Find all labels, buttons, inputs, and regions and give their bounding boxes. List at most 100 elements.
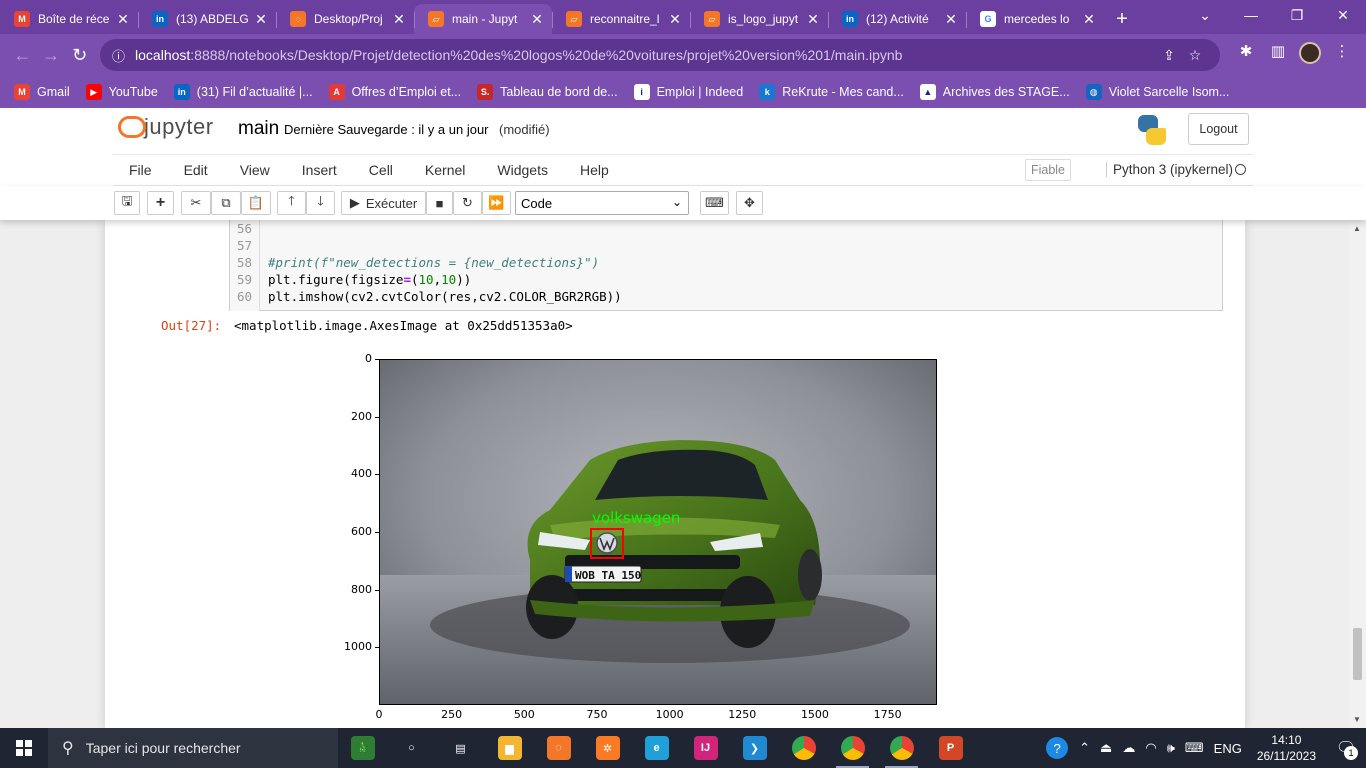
bookmark-item[interactable]: i Emploi | Indeed [633, 84, 743, 100]
menu-view[interactable]: View [224, 162, 286, 178]
chrome-profile-icon[interactable] [828, 728, 877, 768]
menu-insert[interactable]: Insert [286, 162, 353, 178]
close-tab-icon[interactable]: ✕ [944, 11, 958, 28]
restart-icon[interactable]: ↻ [453, 191, 482, 215]
menu-file[interactable]: File [113, 162, 168, 178]
bookmark-item[interactable]: ◍ Violet Sarcelle Isom... [1085, 84, 1229, 100]
bookmark-item[interactable]: S. Tableau de bord de... [477, 84, 618, 100]
close-tab-icon[interactable]: ✕ [392, 11, 406, 28]
interrupt-icon[interactable]: ■ [426, 191, 453, 215]
restart-run-all-icon[interactable]: ⏩ [482, 191, 511, 215]
browser-tab[interactable]: M Boîte de réce ✕ [0, 4, 138, 34]
wifi-icon[interactable]: ◠ [1140, 740, 1161, 756]
close-tab-icon[interactable]: ✕ [806, 11, 820, 28]
jupyter-logo[interactable]: jupyter [118, 114, 214, 140]
clock[interactable]: 14:10 26/11/2023 [1247, 732, 1326, 764]
back-button[interactable]: ← [8, 39, 37, 71]
cell-type-select[interactable]: Code ⌄ [515, 191, 689, 215]
address-bar[interactable]: ⓘ localhost:8888/notebooks/Desktop/Proje… [100, 39, 1221, 71]
file-explorer-icon[interactable]: ▆ [485, 728, 534, 768]
site-info-icon[interactable]: ⓘ [112, 46, 125, 65]
vscode-icon[interactable]: ❯ [730, 728, 779, 768]
menu-cell[interactable]: Cell [353, 162, 409, 178]
language-indicator[interactable]: ENG [1209, 741, 1247, 756]
close-tab-icon[interactable]: ✕ [668, 11, 682, 28]
bookmark-item[interactable]: in (31) Fil d’actualité |... [173, 84, 313, 100]
bookmark-item[interactable]: A Offres d’Emploi et... [328, 84, 461, 100]
edge-icon[interactable]: e [632, 728, 681, 768]
side-panel-icon[interactable]: ▥ [1262, 42, 1294, 68]
minimize-button[interactable]: — [1228, 0, 1274, 30]
profile-avatar[interactable] [1294, 42, 1326, 68]
browser-tab[interactable]: in (13) ABDELG ✕ [138, 4, 276, 34]
bookmark-item[interactable]: k ReKrute - Mes cand... [759, 84, 904, 100]
cut-icon[interactable]: ✂ [181, 191, 211, 215]
bookmark-item[interactable]: ▲ Archives des STAGE... [919, 84, 1070, 100]
menu-edit[interactable]: Edit [168, 162, 224, 178]
jupyter-logo-icon [118, 114, 146, 140]
scrollbar-thumb[interactable] [1353, 628, 1362, 680]
close-tab-icon[interactable]: ✕ [530, 11, 544, 28]
cortana-icon[interactable]: ○ [387, 728, 436, 768]
close-tab-icon[interactable]: ✕ [116, 11, 130, 28]
reload-button[interactable]: ↻ [65, 39, 94, 71]
volume-icon[interactable]: 🕪 [1162, 740, 1180, 756]
taskbar-search[interactable]: ⚲ Taper ici pour rechercher [48, 728, 338, 768]
close-tab-icon[interactable]: ✕ [254, 11, 268, 28]
bookmark-item[interactable]: M Gmail [14, 84, 70, 100]
copy-icon[interactable]: ⧉ [211, 191, 241, 215]
menu-kernel[interactable]: Kernel [409, 162, 481, 178]
share-icon[interactable]: ⇪ [1156, 47, 1182, 64]
bookmark-star-icon[interactable]: ☆ [1182, 47, 1208, 64]
notebook-name[interactable]: main [238, 118, 279, 140]
scroll-down-icon[interactable]: ▼ [1353, 715, 1361, 724]
close-window-button[interactable]: ✕ [1320, 0, 1366, 30]
christmas-widget-icon[interactable]: 🎄 [338, 728, 387, 768]
insert-cell-below-icon[interactable]: + [147, 191, 174, 215]
bookmark-item[interactable]: ▶ YouTube [85, 84, 158, 100]
vertical-scrollbar[interactable]: ▲ ▼ [1349, 220, 1366, 728]
browser-tab[interactable]: ▱ main - Jupyt ✕ [414, 4, 552, 34]
browser-tab[interactable]: in (12) Activité ✕ [828, 4, 966, 34]
help-icon[interactable]: ? [1046, 737, 1069, 759]
move-down-icon[interactable]: 🡓 [306, 191, 335, 215]
new-tab-button[interactable]: + [1104, 4, 1140, 34]
windows-logo-icon [16, 740, 32, 756]
browser-tab[interactable]: ▱ is_logo_jupyt ✕ [690, 4, 828, 34]
browser-tab[interactable]: ◌ Desktop/Proj ✕ [276, 4, 414, 34]
usb-icon[interactable]: ⏏ [1095, 740, 1117, 756]
task-view-icon[interactable]: ▤ [436, 728, 485, 768]
powerpoint-icon[interactable]: P [926, 728, 975, 768]
cloud-icon[interactable]: ☁ [1117, 740, 1140, 756]
jupyter-app-icon[interactable]: ◌ [534, 728, 583, 768]
show-hidden-icons-icon[interactable]: ⌃ [1074, 740, 1095, 756]
move-up-icon[interactable]: 🡑 [277, 191, 306, 215]
intellij-icon[interactable]: IJ [681, 728, 730, 768]
paste-icon[interactable]: 📋 [241, 191, 271, 215]
browser-tab[interactable]: ▱ reconnaitre_l ✕ [552, 4, 690, 34]
menu-help[interactable]: Help [564, 162, 625, 178]
code-cell-input[interactable]: 56 57 58 #print(f"new_detections = {new_det… [229, 220, 1223, 311]
menu-widgets[interactable]: Widgets [481, 162, 564, 178]
trusted-badge[interactable]: Fiable [1025, 159, 1071, 181]
cell-toolbar-icon[interactable]: ✥ [736, 191, 763, 215]
keyboard-icon[interactable]: ⌨ [1180, 740, 1209, 756]
chrome-profile-2-icon[interactable] [877, 728, 926, 768]
menu-icon[interactable]: ⋮ [1326, 42, 1358, 68]
xampp-icon[interactable]: ✲ [583, 728, 632, 768]
extensions-icon[interactable]: ✱ [1230, 42, 1262, 68]
notification-center-icon[interactable]: 🗨 1 [1326, 728, 1366, 768]
save-icon[interactable]: 🖫 [114, 191, 140, 215]
run-button[interactable]: ▶ Exécuter [341, 191, 426, 215]
kernel-name[interactable]: Python 3 (ipykernel) [1106, 162, 1233, 177]
logout-button[interactable]: Logout [1188, 113, 1249, 145]
forward-button[interactable]: → [37, 39, 66, 71]
browser-tab[interactable]: Gmercedes lo ✕ [966, 4, 1104, 34]
start-button[interactable] [0, 728, 48, 768]
scroll-up-icon[interactable]: ▲ [1353, 224, 1361, 233]
chrome-icon[interactable] [779, 728, 828, 768]
close-tab-icon[interactable]: ✕ [1082, 11, 1096, 28]
command-palette-icon[interactable]: ⌨ [700, 191, 729, 215]
restore-button[interactable]: ❐ [1274, 0, 1320, 30]
tab-search-icon[interactable]: ⌄ [1182, 0, 1228, 30]
